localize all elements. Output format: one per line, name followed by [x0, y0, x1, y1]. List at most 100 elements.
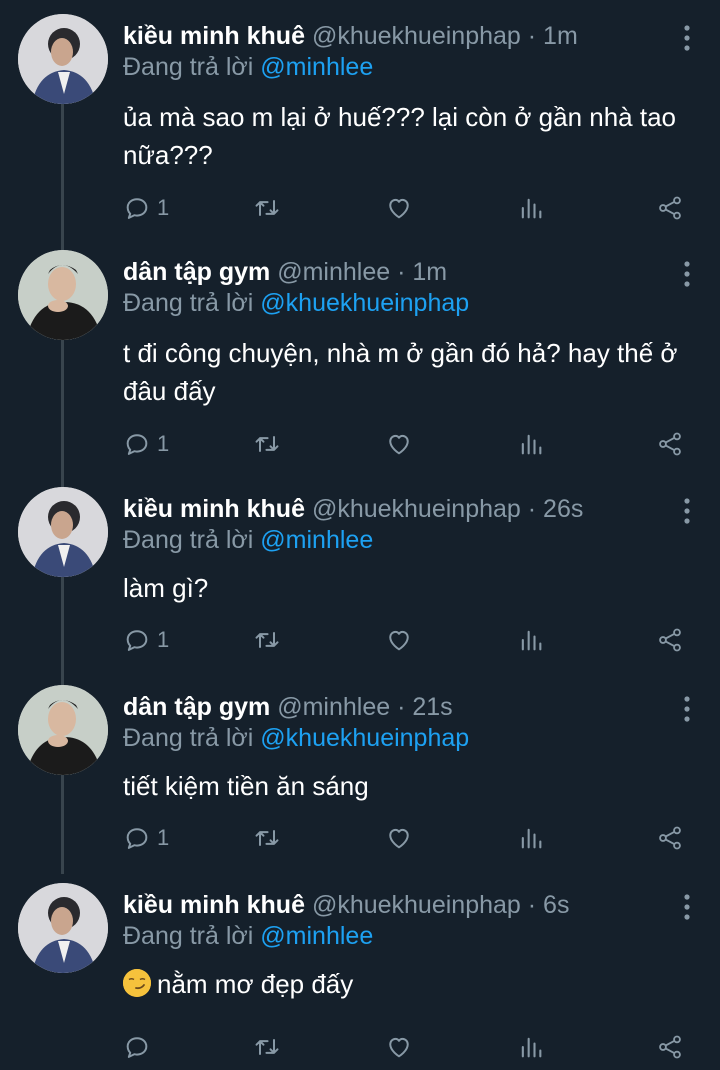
display-name[interactable]: dân tập gym [123, 693, 270, 721]
stats-button[interactable] [517, 820, 545, 856]
tweet[interactable]: dân tập gym @minhlee · 1m Đang trả lời @… [0, 250, 720, 466]
timestamp[interactable]: 6s [543, 891, 569, 919]
replying-to-label: Đang trả lời [123, 922, 254, 950]
share-icon [659, 1035, 681, 1059]
tweet[interactable]: kiều minh khuê @khuekhueinphap · 1m Đang… [0, 14, 720, 230]
share-icon [659, 432, 681, 456]
share-button[interactable] [656, 426, 684, 462]
reply-count: 1 [157, 825, 170, 850]
replying-to: Đang trả lời @khuekhueinphap [123, 722, 469, 754]
more-icon[interactable] [682, 497, 692, 525]
avatar[interactable] [18, 250, 108, 340]
share-button[interactable] [656, 1029, 684, 1065]
separator: · [527, 22, 537, 50]
tweet[interactable]: kiều minh khuê @khuekhueinphap · 6s Đang… [0, 883, 720, 1063]
tweet-text-container: nằm mơ đẹp đấy [123, 965, 680, 1003]
tweet-actions: 1 [123, 622, 684, 658]
tweet-header: kiều minh khuê @khuekhueinphap · 26s [123, 493, 583, 525]
more-icon[interactable] [682, 260, 692, 288]
user-handle[interactable]: @khuekhueinphap [312, 891, 521, 919]
stats-button[interactable] [517, 1029, 545, 1065]
reply-icon [126, 828, 148, 849]
avatar[interactable] [18, 685, 108, 775]
share-button[interactable] [656, 190, 684, 226]
reply-button[interactable]: 1 [123, 426, 169, 462]
retweet-button[interactable] [253, 426, 281, 462]
like-icon [389, 828, 409, 849]
user-handle[interactable]: @khuekhueinphap [312, 22, 521, 50]
tweet-actions: 1 [123, 820, 684, 856]
display-name[interactable]: kiều minh khuê [123, 891, 305, 919]
user-handle[interactable]: @minhlee [277, 693, 390, 721]
share-button[interactable] [656, 820, 684, 856]
retweet-button[interactable] [253, 190, 281, 226]
stats-icon [521, 434, 542, 455]
tweet-text: t đi công chuyện, nhà m ở gần đó hả? hay… [123, 338, 678, 406]
more-icon[interactable] [682, 695, 692, 723]
retweet-icon [255, 200, 279, 216]
timestamp[interactable]: 21s [412, 693, 452, 721]
like-button[interactable] [385, 1029, 413, 1065]
reply-button[interactable]: 1 [123, 820, 169, 856]
display-name[interactable]: kiều minh khuê [123, 495, 305, 523]
more-icon[interactable] [682, 24, 692, 52]
tweet-text: làm gì? [123, 573, 209, 603]
tweet-actions [123, 1029, 684, 1065]
mention-link[interactable]: @minhlee [260, 526, 373, 554]
like-icon [389, 630, 409, 651]
replying-to-label: Đang trả lời [123, 53, 254, 81]
tweet-header: kiều minh khuê @khuekhueinphap · 1m [123, 20, 578, 52]
retweet-icon [255, 436, 279, 452]
replying-to-label: Đang trả lời [123, 289, 254, 317]
retweet-icon [255, 632, 279, 648]
tweet[interactable]: dân tập gym @minhlee · 21s Đang trả lời … [0, 685, 720, 865]
tweet[interactable]: kiều minh khuê @khuekhueinphap · 26s Đan… [0, 487, 720, 667]
reply-icon [126, 198, 148, 219]
timestamp[interactable]: 1m [412, 258, 447, 286]
retweet-icon [255, 1039, 279, 1055]
retweet-button[interactable] [253, 1029, 281, 1065]
reply-button[interactable]: 1 [123, 190, 169, 226]
stats-button[interactable] [517, 426, 545, 462]
replying-to: Đang trả lời @minhlee [123, 524, 373, 556]
avatar[interactable] [18, 883, 108, 973]
replying-to-label: Đang trả lời [123, 724, 254, 752]
timestamp[interactable]: 26s [543, 495, 583, 523]
stats-button[interactable] [517, 190, 545, 226]
reply-count: 1 [157, 195, 170, 220]
share-button[interactable] [656, 622, 684, 658]
like-button[interactable] [385, 190, 413, 226]
separator: · [397, 258, 406, 286]
like-icon [389, 434, 409, 455]
user-handle[interactable]: @khuekhueinphap [312, 495, 521, 523]
more-icon[interactable] [682, 893, 692, 921]
timestamp[interactable]: 1m [543, 22, 578, 50]
reply-button[interactable] [123, 1029, 157, 1065]
like-button[interactable] [385, 622, 413, 658]
user-handle[interactable]: @minhlee [277, 258, 390, 286]
retweet-icon [255, 830, 279, 846]
replying-to: Đang trả lời @minhlee [123, 920, 373, 952]
reply-button[interactable]: 1 [123, 622, 169, 658]
avatar[interactable] [18, 487, 108, 577]
reply-icon [126, 630, 148, 651]
reply-count: 1 [157, 627, 170, 652]
tweet-header: dân tập gym @minhlee · 1m [123, 256, 447, 288]
mention-link[interactable]: @minhlee [260, 922, 373, 950]
like-icon [389, 198, 409, 219]
mention-link[interactable]: @khuekhueinphap [260, 724, 469, 752]
replying-to-label: Đang trả lời [123, 526, 254, 554]
stats-button[interactable] [517, 622, 545, 658]
retweet-button[interactable] [253, 820, 281, 856]
like-button[interactable] [385, 820, 413, 856]
separator: · [527, 495, 537, 523]
display-name[interactable]: dân tập gym [123, 258, 270, 286]
mention-link[interactable]: @khuekhueinphap [260, 289, 469, 317]
like-button[interactable] [385, 426, 413, 462]
display-name[interactable]: kiều minh khuê [123, 22, 305, 50]
tweet-text: tiết kiệm tiền ăn sáng [123, 771, 369, 801]
avatar[interactable] [18, 14, 108, 104]
share-icon [659, 628, 681, 652]
mention-link[interactable]: @minhlee [260, 53, 373, 81]
retweet-button[interactable] [253, 622, 281, 658]
